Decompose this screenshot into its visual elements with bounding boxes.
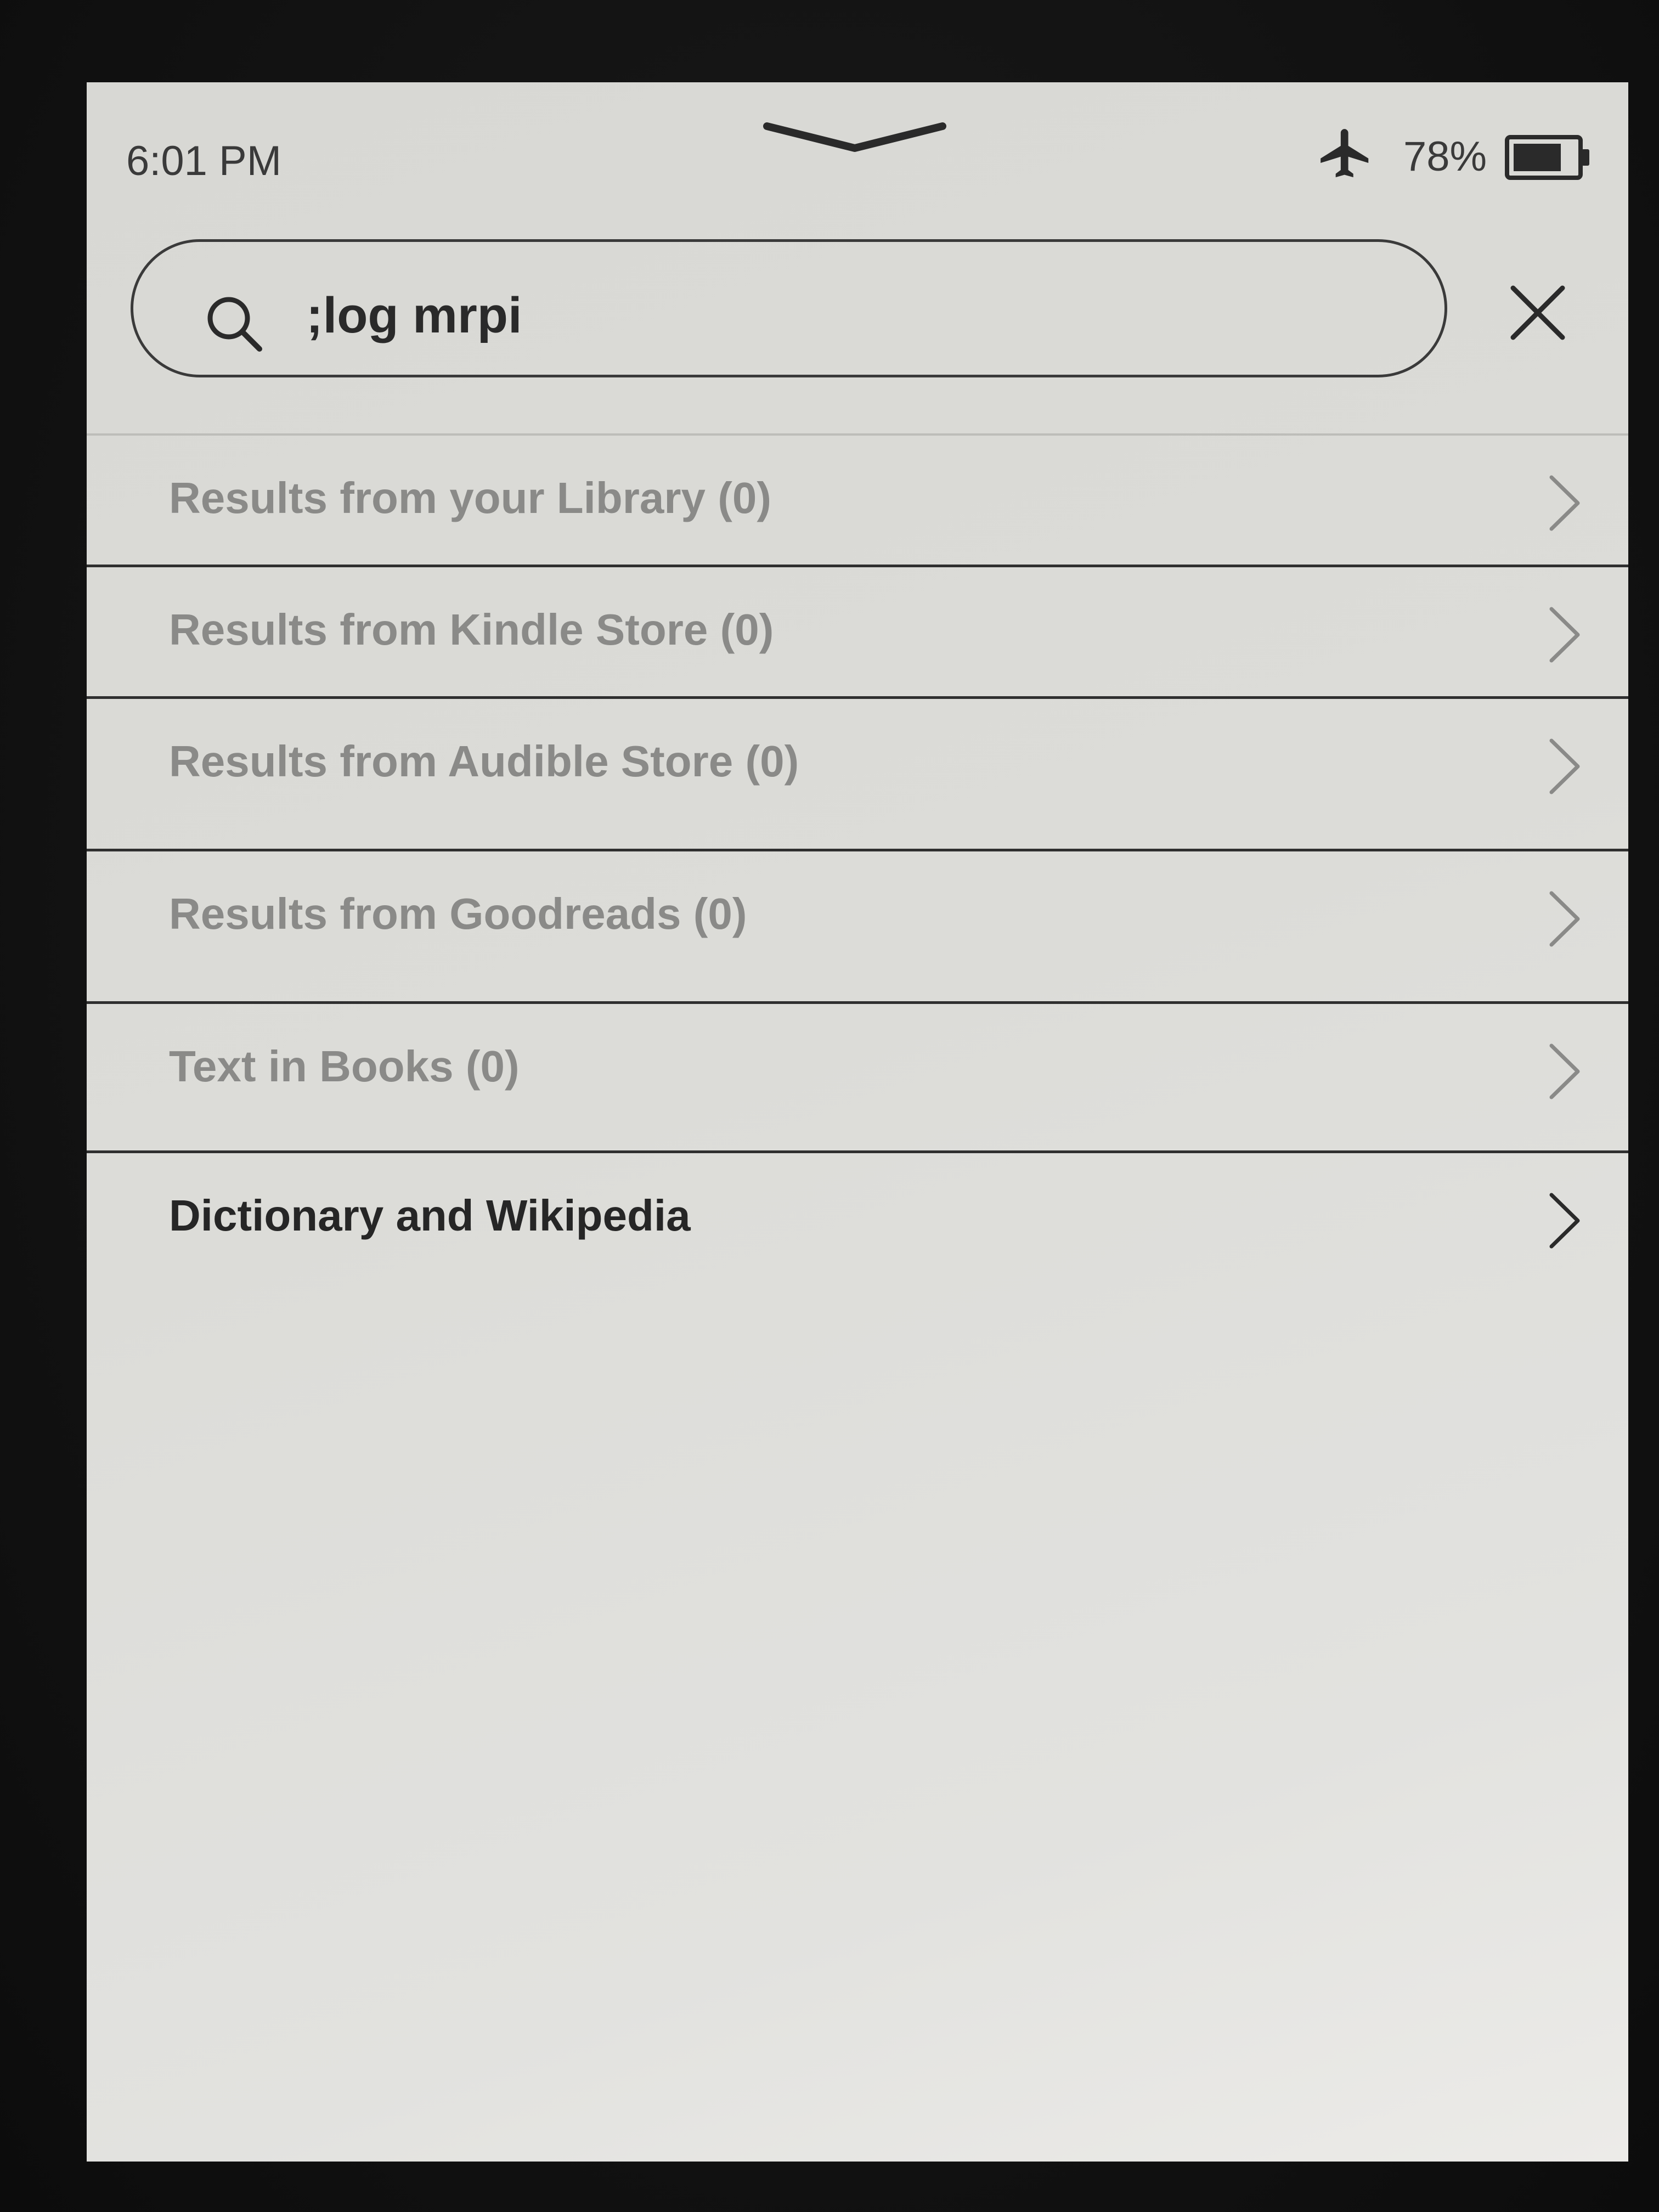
search-input[interactable] xyxy=(306,283,1348,348)
result-label: Dictionary and Wikipedia xyxy=(169,1191,691,1240)
airplane-icon xyxy=(1321,129,1369,178)
search-icon xyxy=(207,297,262,352)
result-label: Results from Audible Store (0) xyxy=(169,737,799,786)
chevron-right-icon xyxy=(1549,738,1580,794)
result-row-audible-store[interactable]: Results from Audible Store (0) xyxy=(87,699,1628,851)
result-label: Text in Books (0) xyxy=(169,1042,520,1091)
result-row-goodreads[interactable]: Results from Goodreads (0) xyxy=(87,851,1628,1004)
chevron-right-icon xyxy=(1549,1193,1580,1249)
result-label: Results from Goodreads (0) xyxy=(169,889,747,938)
result-label: Results from Kindle Store (0) xyxy=(169,605,774,654)
status-time: 6:01 PM xyxy=(126,138,282,184)
result-row-text-in-books[interactable]: Text in Books (0) xyxy=(87,1004,1628,1153)
chevron-right-icon xyxy=(1549,891,1580,947)
result-row-kindle-store[interactable]: Results from Kindle Store (0) xyxy=(87,567,1628,699)
results-list: Results from your Library (0) Results fr… xyxy=(87,436,1628,1302)
battery-fill xyxy=(1514,144,1561,171)
kindle-screen: 6:01 PM 78% Results from your Library (0… xyxy=(87,82,1628,2162)
chevron-right-icon xyxy=(1549,475,1580,531)
result-label: Results from your Library (0) xyxy=(169,473,772,522)
chevron-right-icon xyxy=(1549,607,1580,663)
battery-icon xyxy=(1505,135,1589,180)
battery-percent: 78% xyxy=(1403,133,1487,180)
result-row-dictionary-wikipedia[interactable]: Dictionary and Wikipedia xyxy=(87,1153,1628,1302)
close-icon[interactable] xyxy=(1502,277,1573,348)
chevron-right-icon xyxy=(1549,1043,1580,1099)
pull-down-handle-icon[interactable] xyxy=(761,115,948,159)
result-row-library[interactable]: Results from your Library (0) xyxy=(87,436,1628,567)
